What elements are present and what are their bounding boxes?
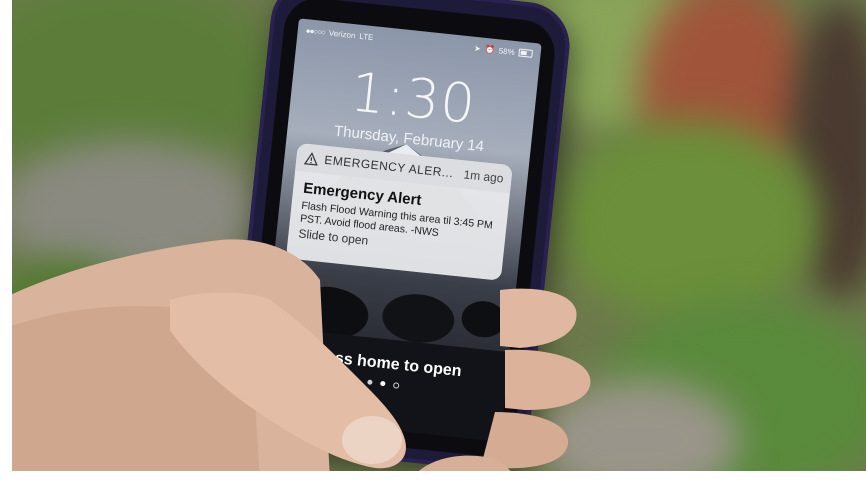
battery-icon xyxy=(518,48,534,58)
warning-triangle-icon xyxy=(303,151,318,166)
carrier-label: Verizon xyxy=(328,28,356,40)
page-dot xyxy=(367,379,373,385)
camera-page-icon xyxy=(392,382,400,389)
network-label: LTE xyxy=(358,31,374,42)
signal-strength-icon: ●●○○○ xyxy=(305,25,326,37)
location-icon: ➤ xyxy=(473,43,482,53)
alarm-icon: ⏰ xyxy=(484,44,496,55)
photo-scene: ●●○○○ Verizon LTE ➤ ⏰ 58% 1:30 Thursday,… xyxy=(0,0,866,481)
emergency-alert-notification[interactable]: EMERGENCY ALER... 1m ago Emergency Alert… xyxy=(285,142,513,281)
page-dot-active xyxy=(380,380,386,387)
notification-age: 1m ago xyxy=(462,167,505,186)
battery-percent: 58% xyxy=(498,45,516,57)
lock-screen[interactable]: ●●○○○ Verizon LTE ➤ ⏰ 58% 1:30 Thursday,… xyxy=(257,18,542,442)
smartphone: ●●○○○ Verizon LTE ➤ ⏰ 58% 1:30 Thursday,… xyxy=(226,0,574,475)
